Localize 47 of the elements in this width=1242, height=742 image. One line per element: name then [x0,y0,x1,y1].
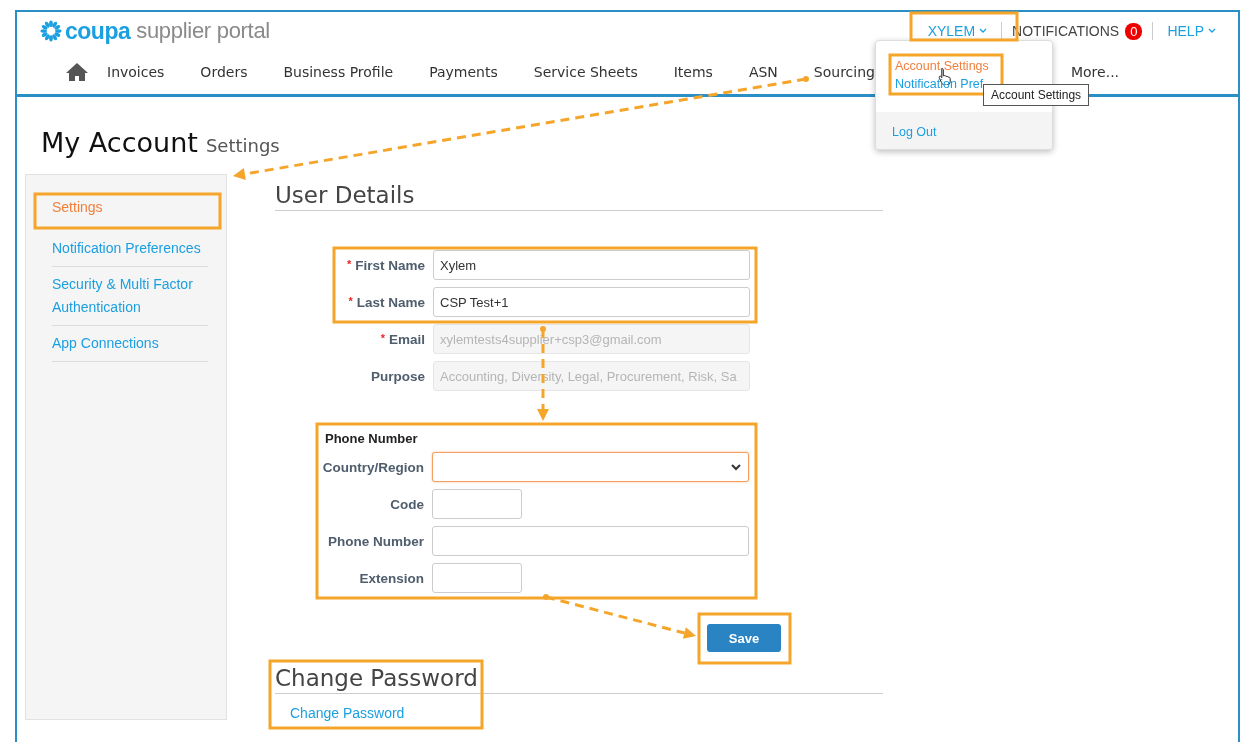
nav-tab[interactable]: ASN [748,64,778,80]
help-menu-button[interactable]: HELP [1163,23,1220,39]
field-label: * Email [379,331,425,347]
nav-tab[interactable]: Sourcing [813,64,875,80]
logo-product: supplier portal [136,18,270,44]
sidebar-item[interactable]: App Connections [52,326,208,362]
nav-tab[interactable]: Service Sheets [533,64,638,80]
input-field[interactable] [432,489,522,519]
field-label: Code [389,496,424,512]
more-menu-link[interactable]: More... [1070,64,1120,80]
field-label: * First Name [345,257,425,273]
input-field[interactable] [432,526,749,556]
nav-tab[interactable]: Invoices [107,64,165,80]
logo-icon [39,20,63,42]
page-subtitle: Settings [205,135,280,156]
chevron-down-icon [730,463,742,471]
menu-item[interactable]: Account Settings [895,57,1052,75]
notification-count: 0 [1125,22,1143,40]
nav-tab[interactable]: Items [673,64,713,80]
logo-brand: coupa [65,17,131,45]
user-menu-button[interactable]: XYLEM [923,23,992,39]
sidebar-item[interactable]: Settings [52,190,208,231]
section-heading: Change Password [275,665,883,694]
input-field[interactable]: CSP Test+1 [433,287,750,317]
field-label: Phone Number [327,533,424,549]
field-label: Extension [358,570,424,586]
page-title: My Account [41,127,198,158]
group-heading: Phone Number [324,431,419,446]
field-label: Purpose [370,368,425,384]
chevron-down-icon [979,28,988,34]
section-heading: User Details [275,182,883,211]
home-icon[interactable] [65,62,89,82]
change-password-link[interactable]: Change Password [290,705,405,721]
dropdown-field[interactable] [432,452,749,482]
nav-tab[interactable]: Business Profile [283,64,394,80]
input-field[interactable]: Xylem [433,250,750,280]
tooltip: Account Settings [983,84,1090,106]
sidebar-item[interactable]: Security & Multi Factor Authentication [52,267,208,326]
field-label: Country/Region [321,459,424,475]
field-label: * Last Name [347,294,425,310]
save-button[interactable]: Save [707,624,781,652]
chevron-down-icon [1208,28,1216,34]
nav-tab[interactable]: Orders [200,64,248,80]
input-field[interactable] [432,563,522,593]
nav-tab[interactable]: Payments [429,64,498,80]
logout-menu-item[interactable]: Log Out [892,125,937,139]
sidebar-item[interactable]: Notification Preferences [52,231,208,267]
